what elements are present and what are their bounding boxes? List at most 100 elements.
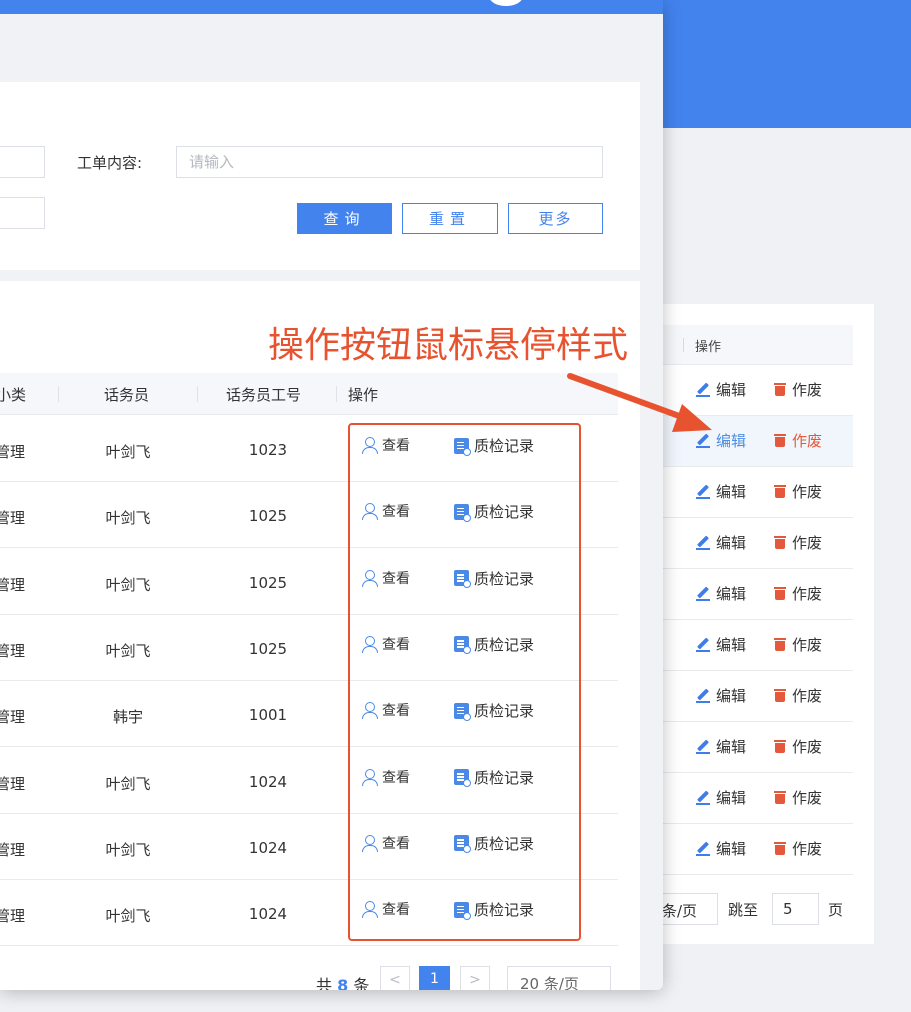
void-button[interactable]: 作废: [774, 481, 822, 502]
cell-operator: 叶剑飞: [105, 509, 151, 528]
trash-icon: [774, 434, 786, 447]
void-button[interactable]: 作废: [774, 736, 822, 757]
edit-label: 编辑: [716, 534, 747, 552]
edit-button[interactable]: 编辑: [696, 685, 746, 706]
next-page-button[interactable]: >: [460, 966, 490, 990]
trash-icon: [774, 383, 786, 396]
pagination-total: 共 8 条: [316, 972, 369, 990]
cell-category: 管理: [0, 907, 26, 926]
void-label: 作废: [792, 483, 823, 501]
edit-icon: [696, 536, 710, 550]
edit-button[interactable]: 编辑: [696, 736, 746, 757]
trash-icon: [774, 689, 786, 702]
edit-button[interactable]: 编辑: [696, 838, 746, 859]
void-button[interactable]: 作废: [774, 685, 822, 706]
cell-category: 管理: [0, 840, 26, 859]
cell-operator: 叶剑飞: [105, 443, 151, 461]
bg-table-row: 编辑 作废: [640, 467, 853, 518]
edit-icon: [696, 791, 710, 805]
edit-icon: [696, 485, 710, 499]
cell-category: 管理: [0, 774, 26, 793]
bg-table-row: 编辑 作废: [640, 824, 853, 875]
cell-operator-id: 1023: [248, 441, 288, 459]
edit-button[interactable]: 编辑: [696, 583, 746, 604]
trash-icon: [774, 485, 786, 498]
page-1-button[interactable]: 1: [419, 966, 450, 990]
edit-icon: [696, 842, 710, 856]
cell-operator: 韩宇: [112, 708, 143, 727]
edit-button[interactable]: 编辑: [696, 787, 746, 808]
edit-label: 编辑: [716, 381, 747, 399]
bg-table-header: 操作: [640, 325, 853, 365]
column-separator: [683, 338, 684, 352]
edit-button[interactable]: 编辑: [696, 379, 746, 400]
reset-button[interactable]: 重置: [402, 203, 498, 234]
column-separator: [58, 386, 59, 402]
edit-button[interactable]: 编辑: [696, 430, 746, 451]
edit-button[interactable]: 编辑: [696, 532, 746, 553]
cell-operator: 叶剑飞: [105, 840, 151, 859]
edit-button[interactable]: 编辑: [696, 634, 746, 655]
total-suffix: 条: [353, 976, 370, 990]
edit-label: 编辑: [716, 840, 747, 858]
edit-icon: [696, 689, 710, 703]
void-button[interactable]: 作废: [774, 634, 822, 655]
total-count: 8: [337, 976, 349, 990]
query-button[interactable]: 查询: [297, 203, 392, 234]
bg-table-row: 编辑 作废: [640, 620, 853, 671]
content-label: 工单内容:: [77, 154, 143, 172]
void-label: 作废: [792, 432, 823, 450]
cell-operator: 叶剑飞: [105, 641, 151, 660]
content-input[interactable]: [176, 146, 603, 178]
void-button[interactable]: 作废: [774, 532, 822, 553]
cell-category: 管理: [0, 641, 26, 660]
filter-input-left-1[interactable]: [0, 146, 45, 178]
page-size-select[interactable]: 20 条/页: [507, 966, 611, 990]
bg-table-row: 编辑 作废: [640, 365, 853, 416]
edit-icon: [696, 740, 710, 754]
void-label: 作废: [792, 534, 823, 552]
column-header-actions: 操作: [348, 386, 379, 404]
cell-operator: 叶剑飞: [105, 575, 151, 594]
trash-icon: [774, 740, 786, 753]
cell-category: 管理: [0, 708, 26, 727]
edit-label: 编辑: [716, 483, 747, 501]
cell-operator-id: 1025: [248, 507, 288, 526]
front-window-header: [0, 0, 663, 14]
avatar[interactable]: [489, 0, 523, 6]
edit-label: 编辑: [716, 432, 747, 450]
edit-button[interactable]: 编辑: [696, 481, 746, 502]
trash-icon: [774, 791, 786, 804]
void-button[interactable]: 作废: [774, 379, 822, 400]
column-separator: [197, 386, 198, 402]
edit-icon: [696, 434, 710, 448]
edit-label: 编辑: [716, 585, 747, 603]
bg-table-row: 编辑 作废: [640, 773, 853, 824]
void-button[interactable]: 作废: [774, 838, 822, 859]
cell-operator: 叶剑飞: [105, 774, 151, 793]
bg-column-header-actions: 操作: [695, 340, 722, 355]
edit-label: 编辑: [716, 636, 747, 654]
bg-table-row: 编辑 作废: [640, 518, 853, 569]
void-button[interactable]: 作废: [774, 583, 822, 604]
more-button[interactable]: 更多: [508, 203, 603, 234]
filter-input-left-2[interactable]: [0, 197, 45, 229]
edit-icon: [696, 638, 710, 652]
cell-operator: 叶剑飞: [105, 907, 151, 926]
edit-label: 编辑: [716, 738, 747, 756]
void-label: 作废: [792, 789, 823, 807]
column-header-operator-id: 话务员工号: [226, 386, 302, 404]
bg-table-row: 编辑 作废: [640, 722, 853, 773]
annotation-label: 操作按钮鼠标悬停样式: [268, 325, 629, 366]
void-label: 作废: [792, 840, 823, 858]
bg-page-suffix: 页: [828, 901, 844, 919]
void-label: 作废: [792, 585, 823, 603]
prev-page-button[interactable]: <: [380, 966, 410, 990]
void-button[interactable]: 作废: [774, 787, 822, 808]
void-button[interactable]: 作废: [774, 430, 822, 451]
cell-operator-id: 1025: [248, 639, 288, 658]
cell-category: 管理: [0, 443, 26, 461]
column-separator: [336, 386, 337, 402]
bg-jump-input[interactable]: 5: [772, 893, 819, 925]
table-header: 小类 话务员 话务员工号 操作: [0, 373, 618, 415]
